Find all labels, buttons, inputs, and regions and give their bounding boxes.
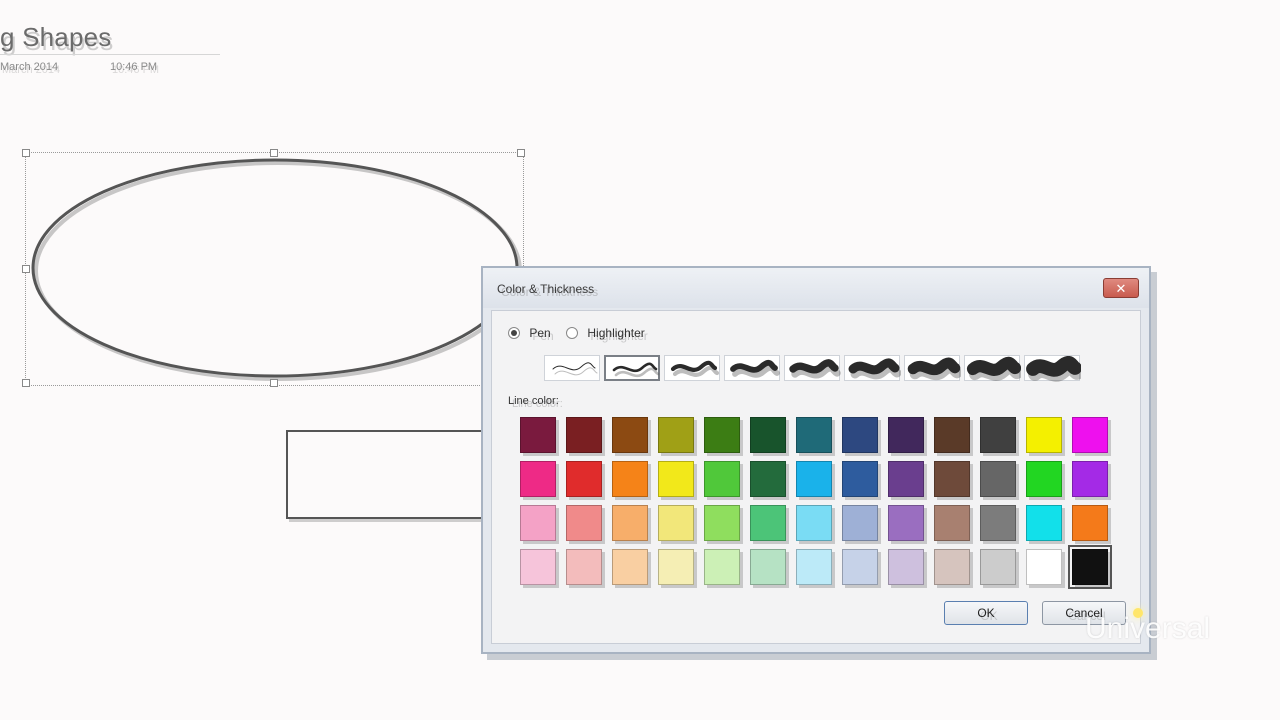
ok-button[interactable]: OK [944, 601, 1028, 625]
color-swatch[interactable] [750, 549, 786, 585]
color-swatch[interactable] [934, 417, 970, 453]
color-swatch[interactable] [704, 549, 740, 585]
resize-handle-bottom[interactable] [270, 379, 278, 387]
color-swatch[interactable] [704, 417, 740, 453]
thickness-option[interactable] [604, 355, 660, 381]
color-swatch[interactable] [934, 461, 970, 497]
stroke-sample-icon [552, 362, 598, 376]
color-swatch[interactable] [704, 461, 740, 497]
thickness-option[interactable] [964, 355, 1021, 381]
color-swatch[interactable] [612, 461, 648, 497]
mode-radio-group: Pen Highlighter [508, 325, 657, 340]
color-swatch[interactable] [566, 461, 602, 497]
color-swatch[interactable] [612, 549, 648, 585]
pen-radio-option[interactable]: Pen [508, 325, 551, 340]
highlighter-radio[interactable] [566, 326, 579, 339]
color-swatch[interactable] [934, 549, 970, 585]
color-swatch[interactable] [658, 505, 694, 541]
title-rule [0, 54, 220, 55]
color-swatch[interactable] [1026, 417, 1062, 453]
page-title: g Shapes [0, 22, 112, 52]
color-swatch[interactable] [796, 549, 832, 585]
highlighter-radio-option[interactable]: Highlighter [566, 325, 645, 340]
resize-handle-bottom-left[interactable] [22, 379, 30, 387]
thickness-option[interactable] [544, 355, 600, 381]
color-swatch[interactable] [1068, 545, 1112, 589]
close-button[interactable]: ✕ [1103, 278, 1139, 298]
color-swatch[interactable] [520, 505, 556, 541]
resize-handle-left[interactable] [22, 265, 30, 273]
resize-handle-top[interactable] [270, 149, 278, 157]
stroke-sample-icon [789, 359, 841, 379]
color-swatch[interactable] [520, 461, 556, 497]
color-swatch[interactable] [612, 417, 648, 453]
thickness-option[interactable] [664, 355, 720, 381]
thickness-option[interactable] [904, 355, 961, 381]
page-time: 10:46 PM [110, 61, 158, 73]
color-swatch[interactable] [796, 417, 832, 453]
color-swatch[interactable] [750, 417, 786, 453]
color-swatch[interactable] [842, 461, 878, 497]
color-swatch[interactable] [1072, 417, 1108, 453]
color-swatch[interactable] [796, 461, 832, 497]
color-swatch[interactable] [658, 461, 694, 497]
stroke-sample-icon [1026, 356, 1081, 382]
resize-handle-top-left[interactable] [22, 149, 30, 157]
stroke-sample-icon [612, 362, 660, 378]
pen-radio-label: Pen [529, 325, 551, 340]
thickness-option[interactable] [724, 355, 780, 381]
stroke-sample-icon [670, 360, 720, 377]
color-swatch[interactable] [566, 505, 602, 541]
color-swatch[interactable] [888, 417, 924, 453]
dialog-body: Pen Highlighter Line color: OK Cancel [491, 310, 1141, 644]
color-swatch[interactable] [658, 417, 694, 453]
color-swatch[interactable] [842, 417, 878, 453]
color-swatch[interactable] [980, 417, 1016, 453]
selection-box [22, 149, 525, 387]
color-swatch[interactable] [1026, 549, 1062, 585]
color-swatch[interactable] [566, 549, 602, 585]
color-swatch[interactable] [980, 461, 1016, 497]
highlighter-radio-label: Highlighter [587, 325, 645, 340]
color-swatch[interactable] [1026, 461, 1062, 497]
resize-handle-top-right[interactable] [517, 149, 525, 157]
color-swatch[interactable] [750, 461, 786, 497]
stroke-sample-icon [966, 356, 1021, 381]
color-swatch[interactable] [980, 505, 1016, 541]
color-swatch[interactable] [796, 505, 832, 541]
color-swatch[interactable] [980, 549, 1016, 585]
rectangle-shape[interactable] [286, 430, 496, 519]
dialog-title: Color & Thickness [497, 282, 595, 296]
color-swatch[interactable] [1072, 461, 1108, 497]
color-swatch[interactable] [888, 505, 924, 541]
color-thickness-dialog: Color & Thickness ✕ Pen Highlighter Line… [481, 266, 1151, 654]
color-swatch[interactable] [520, 549, 556, 585]
dialog-titlebar[interactable]: Color & Thickness ✕ [483, 268, 1149, 308]
thickness-option[interactable] [784, 355, 841, 381]
color-swatch[interactable] [1072, 505, 1108, 541]
color-swatch[interactable] [842, 505, 878, 541]
color-swatch[interactable] [888, 461, 924, 497]
color-swatch[interactable] [750, 505, 786, 541]
stroke-sample-icon [907, 357, 961, 381]
color-swatch[interactable] [520, 417, 556, 453]
thickness-option[interactable] [844, 355, 901, 381]
color-swatch[interactable] [704, 505, 740, 541]
color-swatch[interactable] [934, 505, 970, 541]
color-swatch[interactable] [842, 549, 878, 585]
color-swatch[interactable] [612, 505, 648, 541]
thickness-option[interactable] [1024, 355, 1081, 382]
page-date: March 2014 [0, 61, 59, 73]
stroke-sample-icon [848, 358, 901, 380]
color-swatch[interactable] [658, 549, 694, 585]
color-swatch[interactable] [888, 549, 924, 585]
close-icon: ✕ [1115, 281, 1127, 296]
watermark-logo: Universal [1085, 612, 1211, 645]
stroke-sample-icon [730, 359, 780, 378]
line-color-label: Line color: [508, 395, 559, 407]
color-swatch[interactable] [1026, 505, 1062, 541]
color-swatch[interactable] [566, 417, 602, 453]
pen-radio[interactable] [508, 326, 520, 339]
